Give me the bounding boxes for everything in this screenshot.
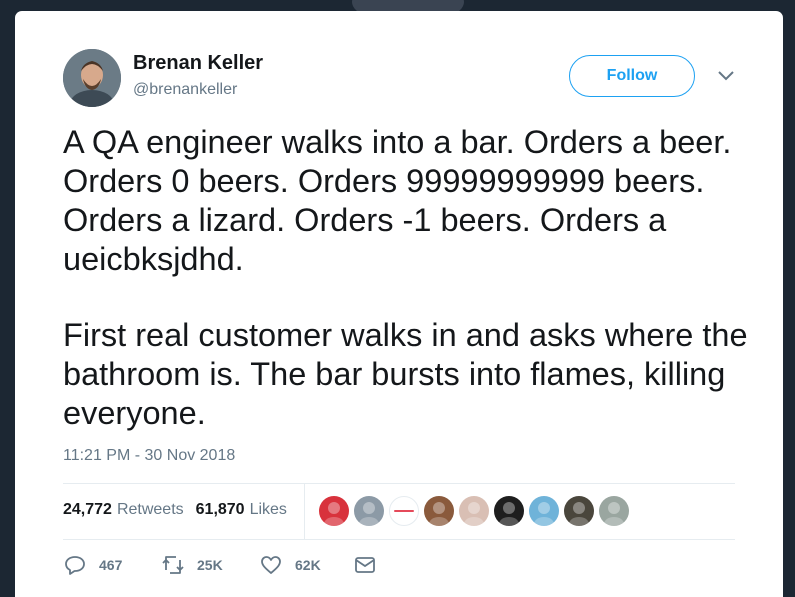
reply-button[interactable]: 467 — [63, 553, 122, 577]
bird-avatar-icon[interactable] — [529, 496, 559, 526]
envelope-icon — [355, 557, 375, 573]
divider — [63, 483, 735, 484]
person-avatar-icon[interactable] — [354, 496, 384, 526]
tweet-paragraph: A QA engineer walks into a bar. Orders a… — [63, 124, 732, 277]
sketch-face-avatar-icon[interactable] — [494, 496, 524, 526]
engagement-stats: 24,772 Retweets 61,870 Likes — [63, 501, 299, 519]
retweets-label: Retweets — [116, 501, 184, 518]
tweet-timestamp[interactable]: 11:21 PM - 30 Nov 2018 — [63, 447, 235, 465]
tweet-text: A QA engineer walks into a bar. Orders a… — [63, 123, 763, 433]
divider — [63, 539, 735, 540]
chevron-down-icon[interactable] — [717, 69, 735, 83]
mozilla-logo-avatar-icon[interactable] — [389, 496, 419, 526]
reply-count: 467 — [99, 557, 123, 573]
red-mask-avatar-icon[interactable] — [319, 496, 349, 526]
retweet-count: 25K — [197, 557, 223, 573]
tweet-paragraph: First real customer walks in and asks wh… — [63, 317, 748, 431]
bearded-person-avatar-icon[interactable] — [424, 496, 454, 526]
likes-count: 61,870 — [195, 501, 245, 518]
heart-icon — [261, 556, 281, 574]
stats-divider — [304, 483, 305, 539]
likers-avatars — [319, 496, 634, 526]
author-handle[interactable]: @brenankeller — [133, 81, 237, 99]
person-avatar-icon[interactable] — [599, 496, 629, 526]
tweet-actions: 467 25K 62K — [63, 553, 735, 583]
retweets-stat[interactable]: 24,772 Retweets — [63, 501, 184, 519]
reply-icon — [65, 556, 85, 575]
author-name[interactable]: Brenan Keller — [133, 52, 263, 75]
dark-portrait-avatar-icon[interactable] — [564, 496, 594, 526]
like-button[interactable]: 62K — [259, 553, 321, 577]
retweet-button[interactable]: 25K — [161, 553, 223, 577]
profile-photo-icon — [63, 49, 121, 107]
follow-button[interactable]: Follow — [569, 55, 695, 97]
retweets-count: 24,772 — [63, 501, 112, 518]
author-avatar[interactable] — [63, 49, 121, 107]
like-count: 62K — [295, 557, 321, 573]
direct-message-button[interactable] — [353, 553, 377, 577]
likes-stat[interactable]: 61,870 Likes — [196, 501, 287, 519]
tweet-card: Brenan Keller @brenankeller Follow A QA … — [15, 11, 783, 597]
person-avatar-icon[interactable] — [459, 496, 489, 526]
retweet-icon — [162, 556, 184, 574]
likes-label: Likes — [249, 501, 287, 518]
